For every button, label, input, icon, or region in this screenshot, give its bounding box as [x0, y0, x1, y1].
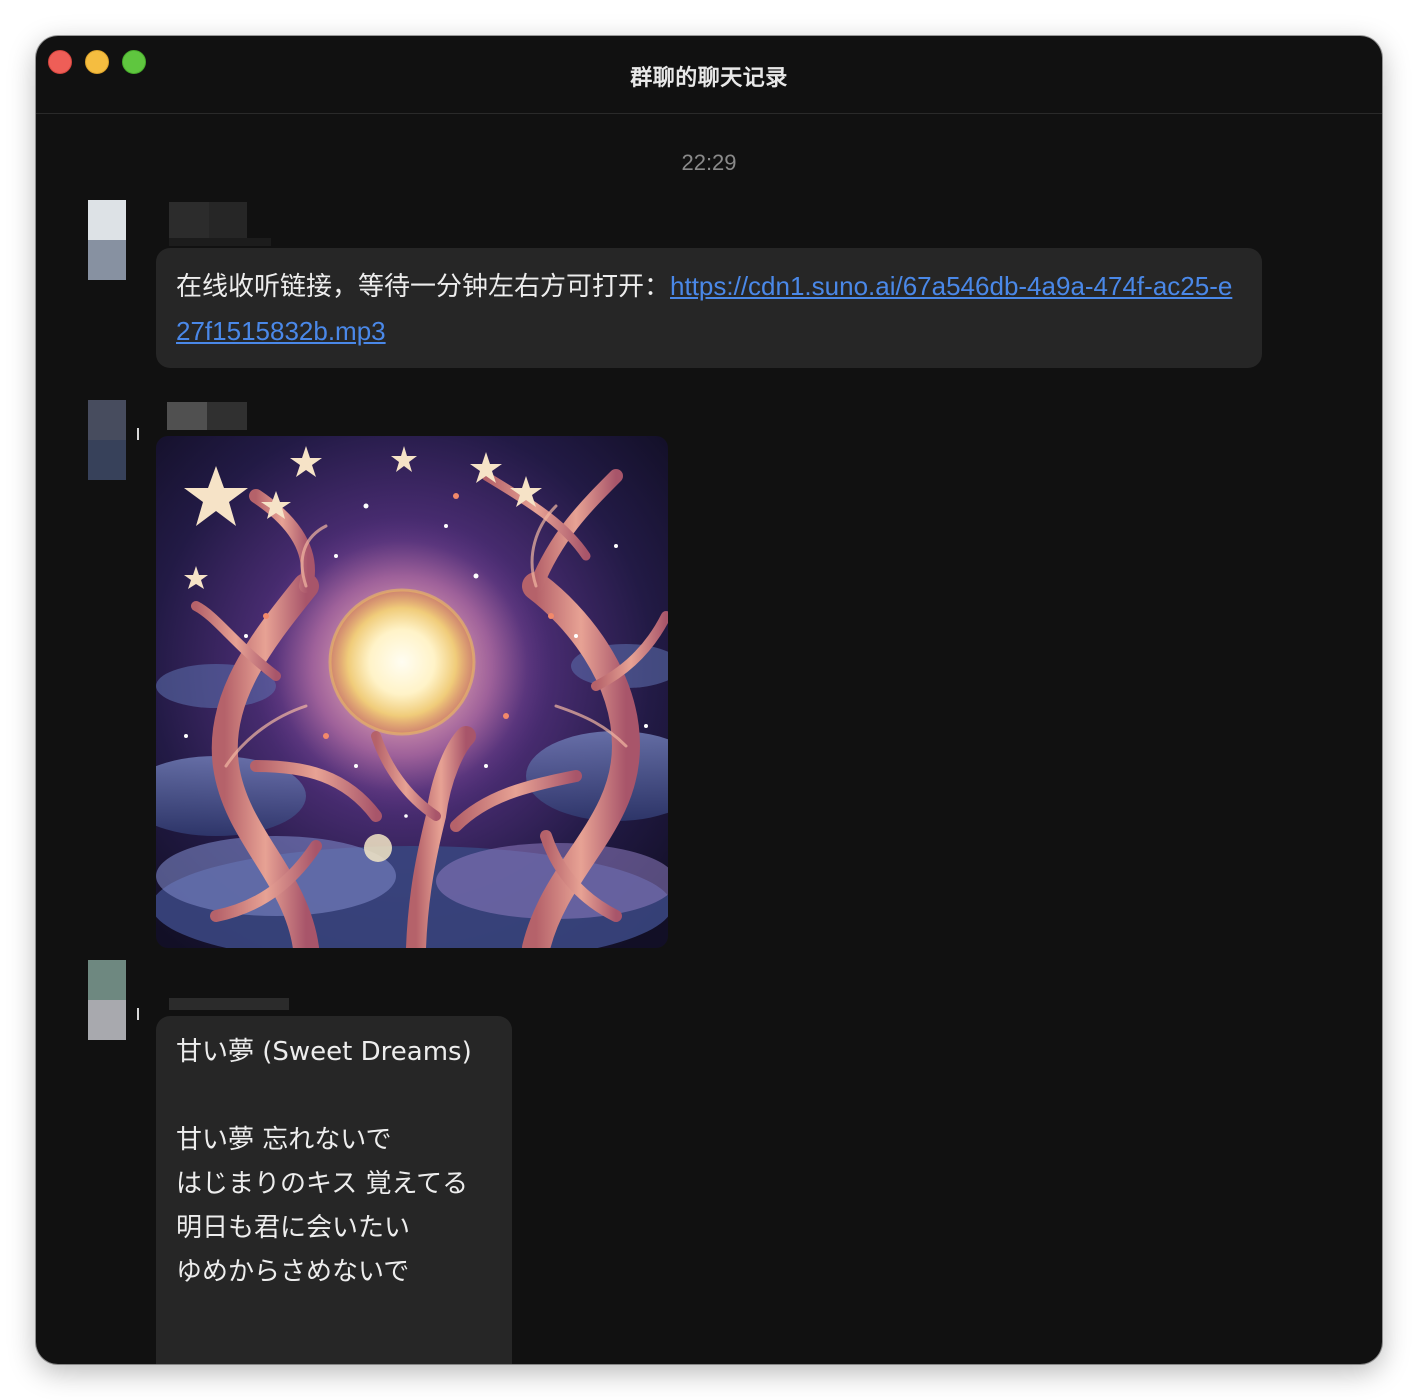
title-bar: 群聊的聊天记录	[36, 36, 1382, 114]
image-message[interactable]	[156, 436, 668, 948]
avatar[interactable]	[88, 960, 126, 1040]
lyrics-line: 甘い夢 忘れないで	[176, 1125, 392, 1155]
lyrics-line: はじまりのキス 覚えてる	[176, 1169, 469, 1199]
message-bubble-link[interactable]: 在线收听链接，等待一分钟左右方可打开：https://cdn1.suno.ai/…	[156, 248, 1262, 368]
message-marker	[137, 1008, 139, 1020]
lyrics-line: 明日も君に会いたい	[176, 1213, 411, 1243]
lyrics-title: 甘い夢 (Sweet Dreams)	[176, 1037, 472, 1067]
cosmic-trees-artwork-image	[156, 436, 668, 948]
message-marker	[137, 428, 139, 440]
sender-name-redacted	[169, 202, 275, 246]
message-text: 在线收听链接，等待一分钟左右方可打开：	[176, 272, 671, 302]
chat-history-window: 群聊的聊天记录 22:29 在线收听链接，等待一分钟左右方可打开：https:/…	[36, 36, 1382, 1364]
avatar[interactable]	[88, 400, 126, 480]
lyrics-line: ゆめからさめないで	[176, 1257, 410, 1287]
sender-name-redacted	[167, 402, 247, 430]
message-timestamp: 22:29	[681, 150, 737, 175]
window-title: 群聊的聊天记录	[630, 66, 788, 91]
avatar[interactable]	[88, 200, 126, 280]
sender-name-redacted	[169, 998, 289, 1010]
message-bubble-lyrics[interactable]: 甘い夢 (Sweet Dreams) 甘い夢 忘れないで はじまりのキス 覚えて…	[156, 1016, 512, 1364]
